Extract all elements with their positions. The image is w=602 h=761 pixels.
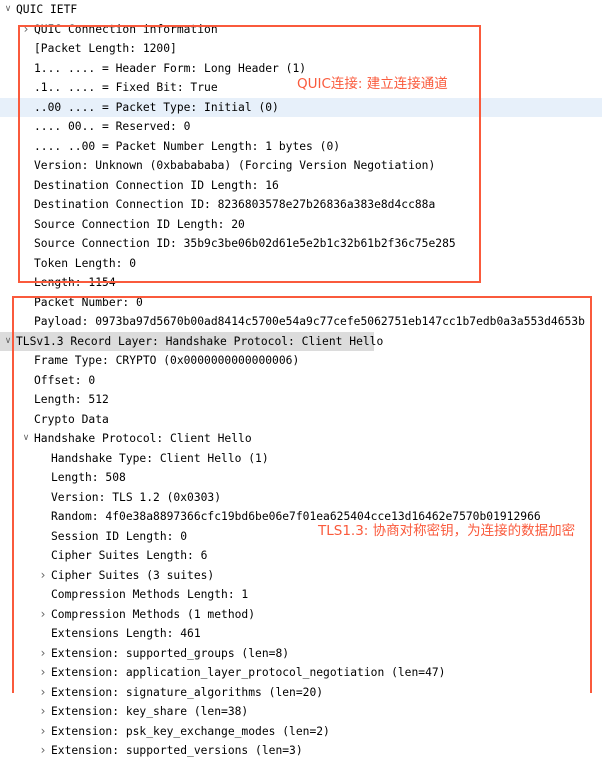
tree-row-length-512[interactable]: Length: 512	[0, 390, 602, 410]
packet-detail-tree[interactable]: QUIC IETF QUIC Connection information [Pac…	[0, 0, 602, 757]
tree-row-label: Crypto Data	[34, 412, 109, 426]
tree-row-compression-methods[interactable]: Compression Methods (1 method)	[0, 605, 602, 625]
tree-row-label: QUIC IETF	[16, 3, 78, 16]
tree-row-dest-conn-id[interactable]: Destination Connection ID: 8236803578e27…	[0, 195, 602, 215]
tree-row-length-1154[interactable]: Length: 1154	[0, 273, 602, 293]
tree-row-ext-supported-versions[interactable]: Extension: supported_versions (len=3)	[0, 741, 602, 761]
tree-row-compression-methods-length[interactable]: Compression Methods Length: 1	[0, 585, 602, 605]
tree-row-label: TLSv1.3 Record Layer: Handshake Protocol…	[16, 334, 384, 348]
tree-row-handshake-length[interactable]: Length: 508	[0, 468, 602, 488]
tree-row-label: Extension: key_share (len=38)	[51, 705, 249, 718]
tree-row-tls-version[interactable]: Version: TLS 1.2 (0x0303)	[0, 488, 602, 508]
tree-row-label: Length: 508	[51, 471, 126, 484]
tree-row-label: Extension: supported_versions (len=3)	[51, 744, 303, 757]
tree-row-random[interactable]: Random: 4f0e38a8897366cfc19bd6be06e7f01e…	[0, 507, 602, 527]
tree-row-label: [Packet Length: 1200]	[34, 42, 177, 55]
tree-row-label: Handshake Type: Client Hello (1)	[51, 451, 269, 465]
tree-row-label: Cipher Suites Length: 6	[51, 549, 208, 562]
tree-row-label: Extension: supported_groups (len=8)	[51, 646, 290, 660]
tree-row-packet-type[interactable]: ..00 .... = Packet Type: Initial (0)	[0, 97, 602, 117]
tree-row-label: Length: 512	[34, 393, 109, 406]
tree-row-frame-type[interactable]: Frame Type: CRYPTO (0x0000000000000006)	[0, 351, 602, 371]
tree-row-version[interactable]: Version: Unknown (0xbabababa) (Forcing V…	[0, 156, 602, 176]
tree-row-src-conn-id[interactable]: Source Connection ID: 35b9c3be06b02d61e5…	[0, 234, 602, 254]
tree-row-crypto-data[interactable]: Crypto Data	[0, 410, 602, 430]
tree-row-session-id-length[interactable]: Session ID Length: 0	[0, 527, 602, 547]
tree-row-ext-signature-algorithms[interactable]: Extension: signature_algorithms (len=20)	[0, 683, 602, 703]
tree-row-label: Destination Connection ID: 8236803578e27…	[34, 198, 436, 211]
tree-row-label: .1.. .... = Fixed Bit: True	[34, 81, 218, 94]
tree-row-label: Extension: application_layer_protocol_ne…	[51, 666, 446, 679]
tree-row-ext-supported-groups[interactable]: Extension: supported_groups (len=8)	[0, 644, 602, 664]
tree-row-label: 1... .... = Header Form: Long Header (1)	[34, 61, 307, 75]
tree-row-cipher-suites-length[interactable]: Cipher Suites Length: 6	[0, 546, 602, 566]
tree-row-label: Session ID Length: 0	[51, 529, 188, 543]
tree-row-label: Extension: psk_key_exchange_modes (len=2…	[51, 724, 330, 738]
tree-row-label: Source Connection ID: 35b9c3be06b02d61e5…	[34, 237, 456, 250]
tree-row-packet-number-length[interactable]: .... ..00 = Packet Number Length: 1 byte…	[0, 137, 602, 157]
tree-row-handshake-protocol[interactable]: Handshake Protocol: Client Hello	[0, 429, 602, 449]
tree-row-quic-connection-info[interactable]: QUIC Connection information	[0, 20, 602, 40]
tree-row-ext-key-share[interactable]: Extension: key_share (len=38)	[0, 702, 602, 722]
tree-row-label: Packet Number: 0	[34, 295, 143, 309]
tree-row-label: Compression Methods Length: 1	[51, 588, 249, 601]
tree-row-label: Offset: 0	[34, 373, 96, 387]
tree-row-ext-psk-key-exchange-modes[interactable]: Extension: psk_key_exchange_modes (len=2…	[0, 722, 602, 742]
tree-row-label: Source Connection ID Length: 20	[34, 217, 245, 231]
tree-row-quic-ietf[interactable]: QUIC IETF	[0, 0, 602, 20]
tree-row-ext-alpn[interactable]: Extension: application_layer_protocol_ne…	[0, 663, 602, 683]
tree-row-label: Version: Unknown (0xbabababa) (Forcing V…	[34, 159, 436, 172]
tree-row-extensions-length[interactable]: Extensions Length: 461	[0, 624, 602, 644]
tree-row-dest-conn-id-length[interactable]: Destination Connection ID Length: 16	[0, 176, 602, 196]
tree-row-label: Extension: signature_algorithms (len=20)	[51, 685, 324, 699]
tree-row-label: Handshake Protocol: Client Hello	[34, 432, 252, 445]
tree-row-label: .... ..00 = Packet Number Length: 1 byte…	[34, 139, 341, 153]
tree-row-label: Payload: 0973ba97d5670b00ad8414c5700e54a…	[34, 315, 585, 328]
tree-row-label: Token Length: 0	[34, 256, 137, 270]
tree-row-payload[interactable]: Payload: 0973ba97d5670b00ad8414c5700e54a…	[0, 312, 602, 332]
tree-row-token-length[interactable]: Token Length: 0	[0, 254, 602, 274]
tree-row-label: Compression Methods (1 method)	[51, 607, 256, 621]
tree-row-src-conn-id-length[interactable]: Source Connection ID Length: 20	[0, 215, 602, 235]
tree-row-offset[interactable]: Offset: 0	[0, 371, 602, 391]
tree-row-tls-record-layer[interactable]: TLSv1.3 Record Layer: Handshake Protocol…	[0, 331, 602, 351]
tree-row-label: QUIC Connection information	[34, 22, 218, 36]
tree-row-packet-length[interactable]: [Packet Length: 1200]	[0, 39, 602, 59]
tree-row-label: Cipher Suites (3 suites)	[51, 568, 215, 582]
tree-row-packet-number[interactable]: Packet Number: 0	[0, 293, 602, 313]
tree-row-label: Random: 4f0e38a8897366cfc19bd6be06e7f01e…	[51, 510, 541, 523]
tree-row-label: Version: TLS 1.2 (0x0303)	[51, 490, 222, 504]
tree-row-cipher-suites[interactable]: Cipher Suites (3 suites)	[0, 566, 602, 586]
tree-row-label: .... 00.. = Reserved: 0	[34, 120, 191, 133]
tree-row-reserved[interactable]: .... 00.. = Reserved: 0	[0, 117, 602, 137]
tree-row-label: Frame Type: CRYPTO (0x0000000000000006)	[34, 354, 300, 367]
tree-row-label: ..00 .... = Packet Type: Initial (0)	[34, 100, 279, 114]
tree-row-label: Extensions Length: 461	[51, 627, 201, 640]
tree-row-fixed-bit[interactable]: .1.. .... = Fixed Bit: True	[0, 78, 602, 98]
tree-row-header-form[interactable]: 1... .... = Header Form: Long Header (1)	[0, 59, 602, 79]
tree-row-label: Length: 1154	[34, 276, 116, 289]
tree-row-handshake-type[interactable]: Handshake Type: Client Hello (1)	[0, 449, 602, 469]
tree-row-label: Destination Connection ID Length: 16	[34, 178, 279, 192]
